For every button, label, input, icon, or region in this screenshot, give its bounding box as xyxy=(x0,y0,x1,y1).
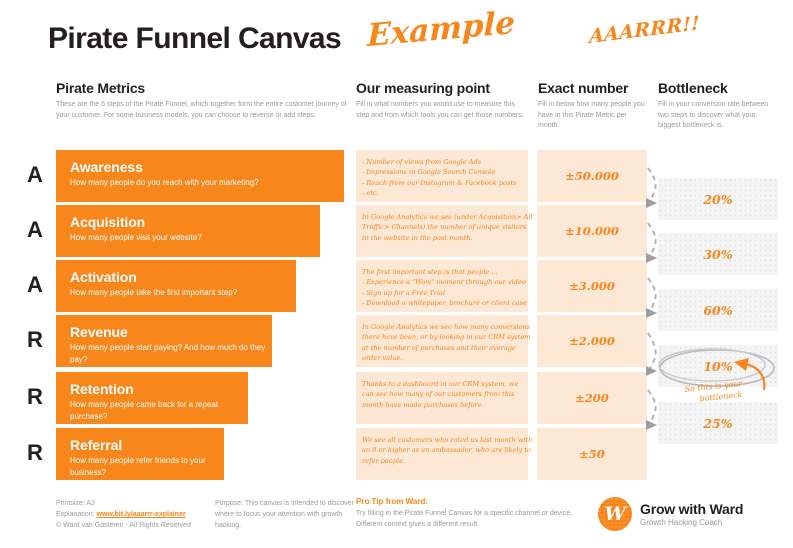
metric-question: How many people visit your website? xyxy=(70,233,202,242)
pro-tip-title: Pro Tip from Ward: xyxy=(356,497,428,506)
column-header-exact-number: Exact number Fill in below how many peop… xyxy=(538,80,648,132)
column-description: Fill in what numbers you would use to me… xyxy=(356,101,524,119)
metric-bar-retention[interactable]: Retention How many people came back for a… xyxy=(56,372,248,424)
metric-question: How many people refer friends to your bu… xyxy=(70,456,206,477)
exact-number-cell[interactable]: ±3.000 xyxy=(537,260,647,312)
footer-pro-tip: Pro Tip from Ward: Try filling in the Pi… xyxy=(356,495,581,530)
metric-bar-acquisition[interactable]: Acquisition How many people visit your we… xyxy=(56,205,320,257)
w-logo-icon: W xyxy=(598,497,632,531)
measuring-point-line: can see how many of our customers from t… xyxy=(362,390,515,399)
measuring-point-cell[interactable]: In Google Analytics we see (under Acquis… xyxy=(356,205,533,257)
measuring-point-line: an 8 or higher as an ambassador, who are… xyxy=(362,446,531,455)
brand-name: Grow with Ward xyxy=(640,500,744,517)
column-header-measuring-point: Our measuring point Fill in what numbers… xyxy=(356,80,528,121)
brand-text: Grow with Ward Growth Hacking Coach xyxy=(640,501,743,528)
column-header-bottleneck: Bottleneck Fill in your conversion rate … xyxy=(658,80,778,132)
measuring-point-line: We see all customers who rated us last m… xyxy=(362,436,533,444)
pirate-letter: A xyxy=(27,217,43,242)
column-description: Fill in below how many people you have i… xyxy=(538,101,645,129)
footer-copyright: © Ward van Gasteren - All Rights Reserve… xyxy=(56,522,191,529)
metric-question: How many people take the first important… xyxy=(70,288,238,297)
measuring-point-cell[interactable]: In Google Analytics we see how many conv… xyxy=(356,315,531,367)
measuring-point-cell[interactable]: The first important step is that people … xyxy=(356,260,528,312)
pirate-letter: R xyxy=(27,384,43,409)
measuring-point-line: Traffic> Channels) the number of unique … xyxy=(362,223,527,232)
column-title: Exact number xyxy=(538,80,629,96)
metric-question: How many people do you reach with your m… xyxy=(70,178,259,187)
measuring-point-line: Thanks to a dashboard in our CRM system,… xyxy=(362,380,519,388)
metric-name: Referral xyxy=(70,437,123,453)
metric-name: Retention xyxy=(70,381,134,397)
measuring-point-line: refer people. xyxy=(362,456,406,465)
footer-printsize: Printsize: A3 xyxy=(56,500,95,507)
measuring-point-line: - etc. xyxy=(362,189,379,198)
brand-tagline: Growth Hacking Coach xyxy=(640,517,723,527)
bottleneck-cell[interactable]: 25% xyxy=(658,402,778,444)
column-title: Bottleneck xyxy=(658,80,728,96)
measuring-point-line: - Download a whitepaper, brochure or cli… xyxy=(362,299,527,308)
measuring-point-line: at the number of purchases and their ave… xyxy=(362,343,516,352)
measuring-point-line: - Sign up for a Free Trial xyxy=(362,288,446,297)
measuring-point-line: In Google Analytics we see how many conv… xyxy=(362,323,531,331)
metric-name: Acquisition xyxy=(70,214,146,230)
measuring-point-cell[interactable]: Thanks to a dashboard in our CRM system,… xyxy=(356,372,528,424)
pirate-letter: R xyxy=(27,440,43,465)
exact-number-cell[interactable]: ±50 xyxy=(537,428,647,480)
exact-number-cell[interactable]: ±200 xyxy=(537,372,647,424)
metric-question: How many people start paying? And how mu… xyxy=(70,343,266,364)
footer-left: Printsize: A3 Explanation: www.bit.ly/aa… xyxy=(56,498,221,531)
measuring-point-line: - Impressions in Google Search Console xyxy=(362,168,496,177)
footer-explanation: Explanation: www.bit.ly/aaarrr-explainer xyxy=(56,509,221,520)
measuring-point-cell[interactable]: - Number of views from Google Ads - Impre… xyxy=(356,150,528,202)
pirate-letter: A xyxy=(27,162,43,187)
pirate-letter: R xyxy=(27,327,43,352)
pro-tip-body: Try filling in the Pirate Funnel Canvas … xyxy=(356,510,573,528)
measuring-point-line: - Reach from our Instagram & Facebook po… xyxy=(362,178,517,187)
measuring-point-line: - Experience a "Wow" moment through our … xyxy=(362,278,526,287)
column-title: Pirate Metrics xyxy=(56,80,146,96)
metric-name: Awareness xyxy=(70,159,143,175)
column-header-pirate-metrics: Pirate Metrics These are the 6 steps of … xyxy=(56,80,356,121)
measuring-point-line: - Number of views from Google Ads xyxy=(362,158,482,166)
measuring-point-line: The first important step is that people … xyxy=(362,268,498,276)
metric-question: How many people came back for a repeat p… xyxy=(70,400,219,421)
measuring-point-cell[interactable]: We see all customers who rated us last m… xyxy=(356,428,533,480)
exact-number-cell[interactable]: ±2.000 xyxy=(537,315,647,367)
metric-bar-awareness[interactable]: Awareness How many people do you reach wi… xyxy=(56,150,344,202)
brand-logo: W Grow with Ward Growth Hacking Coach xyxy=(598,497,743,531)
metric-name: Activation xyxy=(70,269,137,285)
metric-bar-referral[interactable]: Referral How many people refer friends to… xyxy=(56,428,224,480)
footer-explanation-link[interactable]: www.bit.ly/aaarrr-explainer xyxy=(96,511,185,518)
column-description: Fill in your conversion rate between two… xyxy=(658,101,769,129)
footer-purpose: Purpose: This canvas is intended to disc… xyxy=(215,500,354,529)
example-stamp: Example xyxy=(367,4,516,54)
bottleneck-cell[interactable]: 20% xyxy=(658,178,778,220)
measuring-point-line: In Google Analytics we see (under Acquis… xyxy=(362,213,533,221)
metric-bar-revenue[interactable]: Revenue How many people start paying? And… xyxy=(56,315,272,367)
bottleneck-cell[interactable]: 30% xyxy=(658,233,778,275)
page-title: Pirate Funnel Canvas xyxy=(48,22,342,55)
bottleneck-cell[interactable]: 60% xyxy=(658,289,778,331)
pirate-letter: A xyxy=(27,272,43,297)
metric-bar-activation[interactable]: Activation How many people take the first… xyxy=(56,260,296,312)
aaarrr-stamp: AAARRR!! xyxy=(589,12,701,48)
exact-number-cell[interactable]: ±10.000 xyxy=(537,205,647,257)
metric-name: Revenue xyxy=(70,324,128,340)
measuring-point-line: there have been, or by looking in our CR… xyxy=(362,333,531,342)
footer-explanation-label: Explanation: xyxy=(56,511,97,518)
measuring-point-line: month have made purchases before. xyxy=(362,400,484,409)
exact-number-cell[interactable]: ±50.000 xyxy=(537,150,647,202)
page-header: Pirate Funnel Canvas Example AAARRR!! xyxy=(48,5,748,68)
measuring-point-line: to the website in the past month. xyxy=(362,233,473,242)
column-description: These are the 6 steps of the Pirate Funn… xyxy=(56,101,347,119)
column-title: Our measuring point xyxy=(356,80,490,96)
measuring-point-line: order value. xyxy=(362,354,403,363)
